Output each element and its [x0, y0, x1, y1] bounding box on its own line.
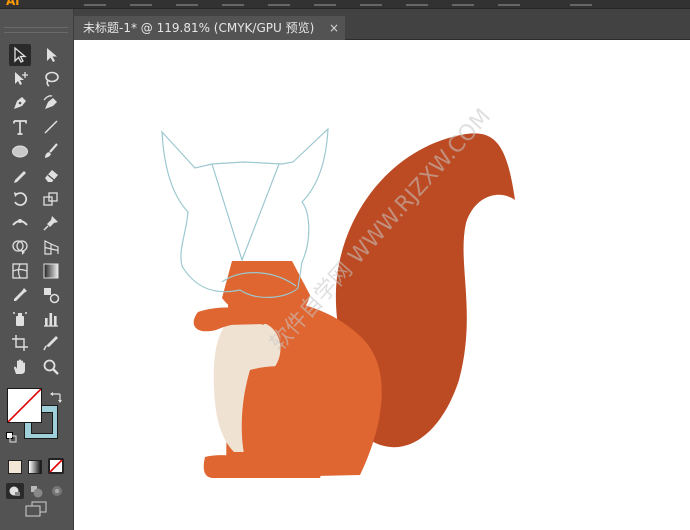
swap-fill-stroke-icon[interactable] [50, 388, 62, 403]
gradient-swatch-icon [43, 263, 59, 279]
hand-tool[interactable] [9, 356, 31, 378]
color-mode-button[interactable] [8, 460, 22, 474]
zoom-tool[interactable] [40, 356, 62, 378]
shape-builder-icon [12, 240, 28, 255]
pen-tool[interactable] [9, 92, 31, 114]
pen-nib-icon [14, 97, 26, 109]
none-slash-icon [8, 389, 41, 422]
menu-item-edit[interactable] [130, 0, 152, 6]
blend-tool[interactable] [40, 284, 62, 306]
slice-knife-icon [43, 336, 58, 351]
free-transform-tool[interactable] [40, 212, 62, 234]
gradient-tool[interactable] [40, 260, 62, 282]
gradient-mode-button[interactable] [28, 460, 42, 474]
lasso-tool[interactable] [40, 68, 62, 90]
menu-item-effect[interactable] [314, 0, 336, 6]
draw-normal-icon [9, 486, 20, 496]
magic-wand-icon [15, 72, 28, 85]
symbol-sprayer-tool[interactable] [9, 308, 31, 330]
curvature-tool[interactable] [40, 92, 62, 114]
menu-item-object[interactable] [176, 0, 198, 6]
screen-mode-button[interactable] [24, 500, 48, 518]
default-fill-stroke-icon[interactable] [6, 428, 17, 443]
curvature-pen-icon [43, 95, 57, 109]
selection-tool[interactable] [9, 44, 31, 66]
free-transform-pin-icon [43, 216, 58, 231]
menu-item-arrange[interactable] [498, 0, 520, 6]
menu-item-help[interactable] [452, 0, 474, 6]
menu-item-select[interactable] [268, 0, 290, 6]
eraser-tool[interactable] [40, 164, 62, 186]
paintbrush-tool[interactable] [40, 140, 62, 162]
draw-behind-button[interactable] [28, 483, 46, 499]
symbol-sprayer-icon [13, 312, 27, 326]
document-tab[interactable]: 未标题-1* @ 119.81% (CMYK/GPU 预览) × [74, 16, 345, 40]
none-swatch-icon [49, 459, 63, 473]
type-tool[interactable] [9, 116, 31, 138]
hand-icon [14, 359, 25, 374]
menu-item-type[interactable] [222, 0, 244, 6]
zoom-magnifier-icon [43, 359, 59, 375]
mesh-icon [12, 263, 28, 279]
direct-selection-arrow-icon [47, 48, 57, 62]
paintbrush-icon [45, 143, 58, 158]
artboard-icon [12, 335, 28, 351]
menu-item-window[interactable] [406, 0, 428, 6]
draw-inside-icon [52, 486, 62, 496]
shape-builder-tool[interactable] [9, 236, 31, 258]
menu-bar: Ai [0, 0, 690, 9]
perspective-grid-tool[interactable] [40, 236, 62, 258]
magic-wand-tool[interactable] [9, 68, 31, 90]
selection-arrow-icon [14, 46, 27, 63]
artboard-tool[interactable] [9, 332, 31, 354]
squirrel-artwork: 软件自学网 WWW.RJZXW.COM [161, 104, 515, 478]
column-graph-icon [44, 313, 58, 327]
column-graph-tool[interactable] [40, 308, 62, 330]
draw-behind-icon [31, 486, 43, 498]
draw-inside-button[interactable] [48, 483, 66, 499]
tools-panel [0, 9, 74, 530]
lasso-icon [45, 71, 59, 87]
rotate-tool[interactable] [9, 188, 31, 210]
mesh-tool[interactable] [9, 260, 31, 282]
pencil-icon [14, 171, 26, 183]
document-tab-bar: 未标题-1* @ 119.81% (CMYK/GPU 预览) × [74, 9, 690, 40]
rotate-icon [14, 192, 28, 206]
app-logo: Ai [6, 0, 20, 8]
close-tab-icon[interactable]: × [329, 16, 339, 40]
draw-normal-button[interactable] [6, 483, 24, 499]
panel-grip[interactable] [4, 27, 68, 33]
artboard-canvas[interactable]: 软件自学网 WWW.RJZXW.COM [74, 40, 690, 530]
fill-swatch[interactable] [7, 388, 42, 423]
slice-tool[interactable] [40, 332, 62, 354]
scale-tool[interactable] [40, 188, 62, 210]
pencil-tool[interactable] [9, 164, 31, 186]
eraser-icon [45, 170, 58, 182]
eyedropper-icon [14, 288, 27, 301]
blend-icon [44, 288, 60, 304]
type-t-icon [13, 120, 27, 135]
line-segment-tool[interactable] [40, 116, 62, 138]
scale-icon [43, 192, 58, 206]
width-icon [12, 219, 28, 226]
width-tool[interactable] [9, 212, 31, 234]
eyedropper-tool[interactable] [9, 284, 31, 306]
ellipse-tool[interactable] [9, 140, 31, 162]
document-tab-title: 未标题-1* @ 119.81% (CMYK/GPU 预览) [83, 21, 315, 35]
menu-item-workspace[interactable] [570, 0, 592, 6]
menu-item-view[interactable] [360, 0, 382, 6]
perspective-grid-icon [44, 240, 59, 255]
menu-item-file[interactable] [84, 0, 106, 6]
ellipse-icon [12, 145, 28, 158]
none-mode-button[interactable] [48, 458, 64, 474]
screen-mode-icon [25, 501, 47, 517]
line-segment-icon [44, 120, 58, 134]
direct-selection-tool[interactable] [40, 44, 62, 66]
